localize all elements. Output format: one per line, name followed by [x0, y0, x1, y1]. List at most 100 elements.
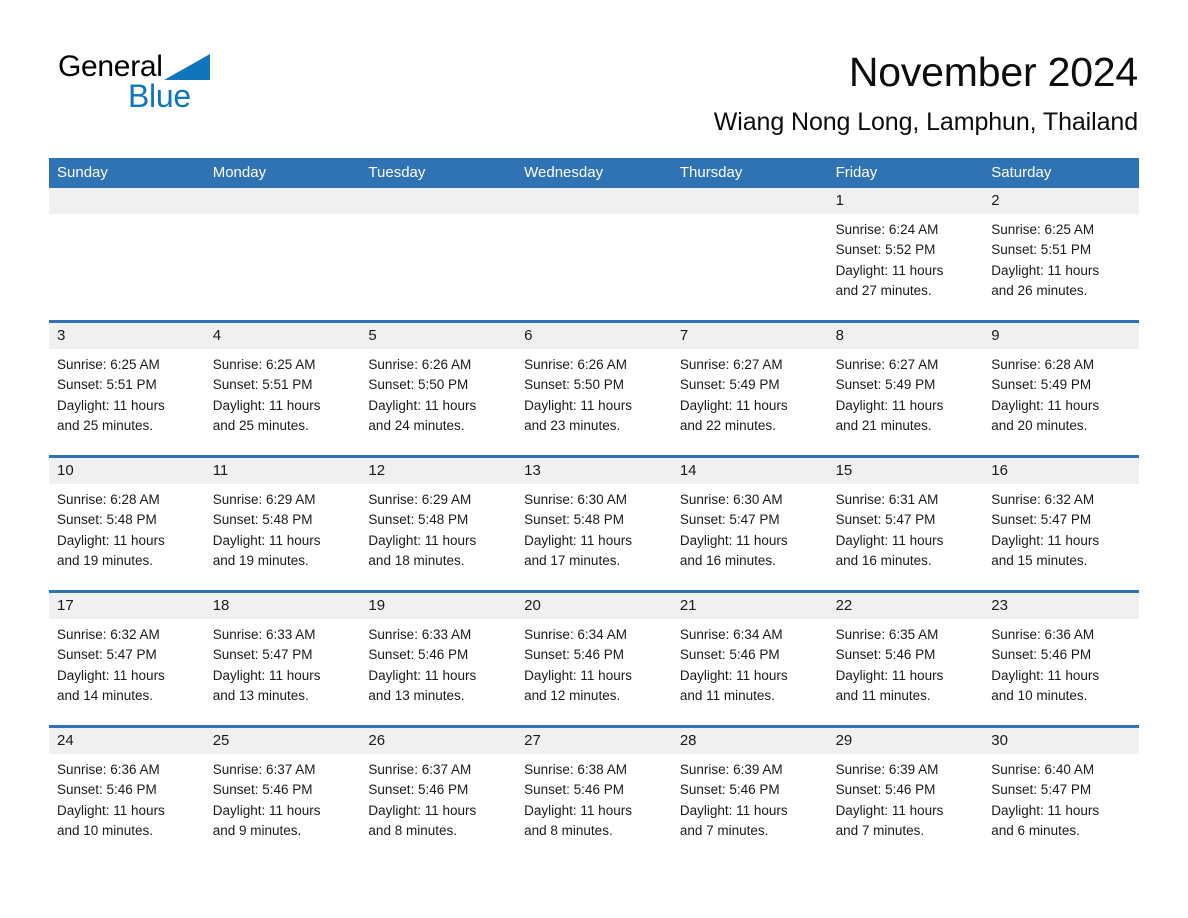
- day-cell[interactable]: 13 Sunrise: 6:30 AM Sunset: 5:48 PM Dayligh…: [516, 458, 672, 590]
- generalblue-logo[interactable]: General Blue: [58, 52, 248, 118]
- sunset-text: Sunset: 5:46 PM: [524, 647, 624, 663]
- day-number: 16: [991, 462, 1008, 479]
- day-cell[interactable]: 11 Sunrise: 6:29 AM Sunset: 5:48 PM Dayligh…: [204, 458, 361, 590]
- day-cell[interactable]: 16 Sunrise: 6:32 AM Sunset: 5:47 PM Dayligh…: [983, 458, 1139, 590]
- daylight-text-cont: and 26 minutes.: [991, 282, 1088, 298]
- day-details: Sunrise: 6:34 AM Sunset: 5:46 PM Daylight:…: [516, 619, 672, 706]
- day-cell[interactable]: 4 Sunrise: 6:25 AM Sunset: 5:51 PM Daylight…: [204, 323, 361, 455]
- daylight-text-cont: and 7 minutes.: [835, 822, 925, 838]
- daylight-text: Daylight: 11 hours: [835, 667, 944, 683]
- day-number-band: 9: [983, 323, 1139, 349]
- day-cell[interactable]: 29 Sunrise: 6:39 AM Sunset: 5:46 PM Dayligh…: [827, 728, 984, 860]
- day-number: 19: [368, 597, 386, 614]
- calendar-week-row: 10 Sunrise: 6:28 AM Sunset: 5:48 PM Dayligh…: [49, 455, 1139, 590]
- day-cell[interactable]: 6 Sunrise: 6:26 AM Sunset: 5:50 PM Daylight…: [516, 323, 672, 455]
- day-details: Sunrise: 6:27 AM Sunset: 5:49 PM Daylight:…: [672, 349, 828, 436]
- sunset-text: Sunset: 5:47 PM: [679, 512, 780, 528]
- day-cell[interactable]: 21 Sunrise: 6:34 AM Sunset: 5:46 PM Dayligh…: [671, 593, 828, 725]
- daylight-text: Daylight: 11 hours: [835, 802, 944, 818]
- day-details: Sunrise: 6:24 AM Sunset: 5:52 PM Daylight:…: [828, 214, 984, 301]
- sunrise-text: Sunrise: 6:37 AM: [368, 762, 472, 777]
- daylight-text: Daylight: 11 hours: [212, 532, 321, 548]
- sunset-text: Sunset: 5:47 PM: [991, 512, 1092, 528]
- day-details: Sunrise: 6:39 AM Sunset: 5:46 PM Daylight:…: [828, 754, 984, 841]
- sunrise-text: Sunrise: 6:25 AM: [212, 357, 316, 372]
- daylight-text-cont: and 11 minutes.: [679, 687, 775, 703]
- day-cell[interactable]: 25 Sunrise: 6:37 AM Sunset: 5:46 PM Dayligh…: [204, 728, 361, 860]
- day-details: [672, 214, 828, 220]
- title-block: November 2024 Wiang Nong Long, Lamphun, …: [714, 48, 1138, 138]
- sunset-text: Sunset: 5:46 PM: [57, 782, 157, 798]
- day-number: 4: [212, 327, 222, 344]
- day-cell[interactable]: 12 Sunrise: 6:29 AM Sunset: 5:48 PM Dayligh…: [360, 458, 517, 590]
- daylight-text: Daylight: 11 hours: [524, 397, 632, 413]
- day-details: Sunrise: 6:29 AM Sunset: 5:48 PM Daylight:…: [205, 484, 361, 571]
- day-cell[interactable]: 30 Sunrise: 6:40 AM Sunset: 5:47 PM Dayligh…: [983, 728, 1139, 860]
- sunset-text: Sunset: 5:46 PM: [835, 647, 936, 663]
- day-cell-empty: [49, 188, 205, 320]
- daylight-text: Daylight: 11 hours: [524, 802, 632, 818]
- day-cell[interactable]: 14 Sunrise: 6:30 AM Sunset: 5:47 PM Dayligh…: [671, 458, 828, 590]
- sunset-text: Sunset: 5:47 PM: [212, 647, 313, 663]
- day-cell[interactable]: 28 Sunrise: 6:39 AM Sunset: 5:46 PM Dayligh…: [671, 728, 828, 860]
- day-cell[interactable]: 1 Sunrise: 6:24 AM Sunset: 5:52 PM Daylight…: [827, 188, 984, 320]
- day-number: 26: [368, 732, 386, 749]
- day-cell[interactable]: 27 Sunrise: 6:38 AM Sunset: 5:46 PM Dayligh…: [516, 728, 672, 860]
- sunrise-text: Sunrise: 6:34 AM: [679, 627, 783, 642]
- day-details: Sunrise: 6:39 AM Sunset: 5:46 PM Daylight:…: [672, 754, 828, 841]
- day-cell-empty: [360, 188, 517, 320]
- day-details: Sunrise: 6:37 AM Sunset: 5:46 PM Daylight:…: [360, 754, 516, 841]
- daylight-text-cont: and 16 minutes.: [835, 552, 932, 568]
- day-cell[interactable]: 7 Sunrise: 6:27 AM Sunset: 5:49 PM Daylight…: [671, 323, 828, 455]
- sunrise-text: Sunrise: 6:30 AM: [524, 492, 627, 507]
- day-number: 20: [524, 597, 541, 614]
- sunset-text: Sunset: 5:46 PM: [212, 782, 313, 798]
- week-grid: 3 Sunrise: 6:25 AM Sunset: 5:51 PM Daylight…: [49, 323, 1139, 455]
- day-number: 21: [679, 597, 697, 614]
- day-cell[interactable]: 26 Sunrise: 6:37 AM Sunset: 5:46 PM Dayligh…: [360, 728, 517, 860]
- day-cell[interactable]: 20 Sunrise: 6:34 AM Sunset: 5:46 PM Dayligh…: [516, 593, 672, 725]
- day-cell[interactable]: 15 Sunrise: 6:31 AM Sunset: 5:47 PM Dayligh…: [827, 458, 984, 590]
- day-number-band: 4: [204, 323, 361, 349]
- day-details: Sunrise: 6:25 AM Sunset: 5:51 PM Daylight:…: [49, 349, 205, 436]
- day-cell[interactable]: 23 Sunrise: 6:36 AM Sunset: 5:46 PM Dayligh…: [983, 593, 1139, 725]
- day-cell[interactable]: 9 Sunrise: 6:28 AM Sunset: 5:49 PM Daylight…: [983, 323, 1139, 455]
- day-details: Sunrise: 6:28 AM Sunset: 5:48 PM Daylight:…: [49, 484, 205, 571]
- sunset-text: Sunset: 5:47 PM: [57, 647, 157, 663]
- daylight-text-cont: and 19 minutes.: [212, 552, 309, 568]
- day-number-band: 11: [204, 458, 361, 484]
- sunrise-text: Sunrise: 6:37 AM: [212, 762, 316, 777]
- day-cell[interactable]: 8 Sunrise: 6:27 AM Sunset: 5:49 PM Daylight…: [827, 323, 984, 455]
- day-number-band: 3: [49, 323, 205, 349]
- day-cell[interactable]: 3 Sunrise: 6:25 AM Sunset: 5:51 PM Daylight…: [49, 323, 205, 455]
- day-cell[interactable]: 22 Sunrise: 6:35 AM Sunset: 5:46 PM Dayligh…: [827, 593, 984, 725]
- day-cell[interactable]: 2 Sunrise: 6:25 AM Sunset: 5:51 PM Daylight…: [983, 188, 1139, 320]
- day-number-band: 2: [983, 188, 1139, 214]
- day-cell[interactable]: 10 Sunrise: 6:28 AM Sunset: 5:48 PM Dayligh…: [49, 458, 205, 590]
- day-number-band: 19: [360, 593, 517, 619]
- logo-bottom-row: Blue: [128, 80, 191, 112]
- day-cell[interactable]: 5 Sunrise: 6:26 AM Sunset: 5:50 PM Daylight…: [360, 323, 517, 455]
- day-details: Sunrise: 6:30 AM Sunset: 5:48 PM Daylight:…: [516, 484, 672, 571]
- sunset-text: Sunset: 5:46 PM: [368, 647, 469, 663]
- day-number: 6: [524, 327, 533, 344]
- sunrise-text: Sunrise: 6:26 AM: [368, 357, 472, 372]
- day-cell[interactable]: 18 Sunrise: 6:33 AM Sunset: 5:47 PM Dayligh…: [204, 593, 361, 725]
- day-number: 11: [212, 462, 229, 479]
- weekday-header-wednesday: Wednesday: [524, 164, 604, 181]
- calendar-page: General Blue November 2024 Wiang Nong Lo…: [0, 0, 1188, 918]
- location-subtitle: Wiang Nong Long, Lamphun, Thailand: [713, 108, 1138, 136]
- day-details: Sunrise: 6:33 AM Sunset: 5:46 PM Daylight:…: [360, 619, 516, 706]
- daylight-text-cont: and 21 minutes.: [835, 417, 932, 433]
- day-cell[interactable]: 19 Sunrise: 6:33 AM Sunset: 5:46 PM Dayligh…: [360, 593, 517, 725]
- weekday-header-tuesday: Tuesday: [368, 164, 426, 181]
- day-cell[interactable]: 24 Sunrise: 6:36 AM Sunset: 5:46 PM Dayligh…: [49, 728, 205, 860]
- day-number-band: 1: [827, 188, 984, 214]
- sunrise-text: Sunrise: 6:32 AM: [57, 627, 160, 642]
- daylight-text-cont: and 20 minutes.: [991, 417, 1088, 433]
- day-number: 9: [991, 327, 1000, 344]
- week-grid: 17 Sunrise: 6:32 AM Sunset: 5:47 PM Dayligh…: [49, 593, 1139, 725]
- sunrise-text: Sunrise: 6:29 AM: [212, 492, 316, 507]
- day-cell[interactable]: 17 Sunrise: 6:32 AM Sunset: 5:47 PM Dayligh…: [49, 593, 205, 725]
- page-title: November 2024: [848, 49, 1138, 95]
